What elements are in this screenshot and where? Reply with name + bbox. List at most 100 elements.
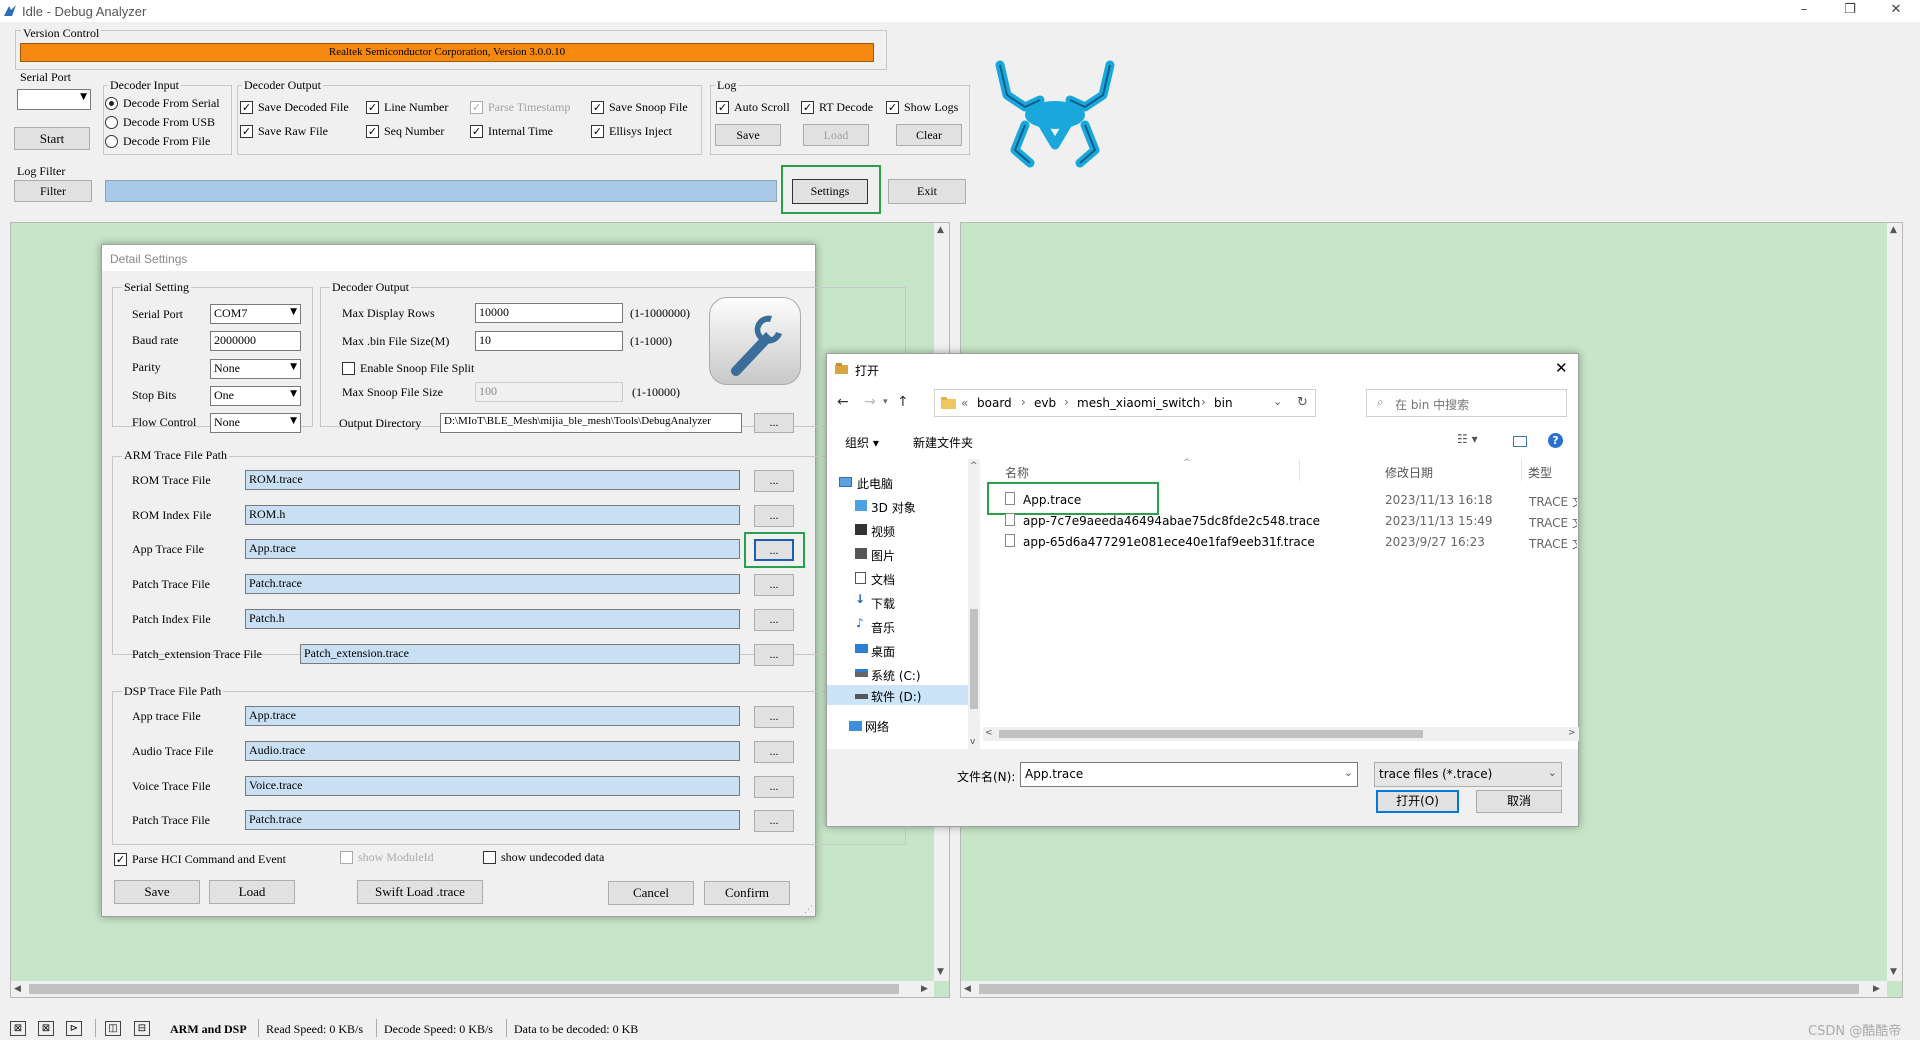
radio-decode-usb[interactable] bbox=[105, 116, 118, 129]
log-load-button[interactable]: Load bbox=[803, 124, 869, 146]
nav-documents[interactable]: 文档 bbox=[871, 571, 895, 588]
serial-port-combo[interactable]: COM7 ▼ bbox=[210, 304, 301, 324]
view-options-icon[interactable]: ☷ ▾ bbox=[1457, 432, 1478, 446]
nav-pictures[interactable]: 图片 bbox=[871, 547, 895, 564]
maximize-button[interactable]: ❐ bbox=[1830, 2, 1870, 20]
max-rows-input[interactable]: 10000 bbox=[475, 303, 623, 323]
file-row-name[interactable]: app-7c7e9aeeda46494abae75dc8fde2c548.tra… bbox=[1023, 514, 1320, 528]
file-list-hscroll-thumb[interactable] bbox=[999, 730, 1423, 738]
skip-icon[interactable]: ⊳ bbox=[66, 1021, 82, 1036]
nav-videos[interactable]: 视频 bbox=[871, 523, 895, 540]
exit-button[interactable]: Exit bbox=[888, 179, 966, 204]
nav-scroll-thumb[interactable] bbox=[970, 609, 978, 709]
forward-arrow-icon[interactable]: → bbox=[864, 394, 876, 410]
scroll-down-icon[interactable]: ▼ bbox=[937, 967, 944, 977]
rom-index-browse-button[interactable]: ... bbox=[754, 505, 794, 527]
rom-index-input[interactable]: ROM.h bbox=[245, 505, 740, 525]
baud-rate-input[interactable]: 2000000 bbox=[210, 331, 301, 351]
stop-icon[interactable]: ⊠ bbox=[10, 1021, 26, 1036]
open-button[interactable]: 打开(O) bbox=[1376, 790, 1459, 813]
radio-decode-serial[interactable] bbox=[105, 97, 118, 110]
dsp-app-trace-input[interactable]: App.trace bbox=[245, 706, 740, 726]
nav-desktop[interactable]: 桌面 bbox=[871, 643, 895, 660]
save-raw-checkbox[interactable]: ✓ bbox=[240, 125, 253, 138]
open-dialog-close-icon[interactable]: ✕ bbox=[1555, 359, 1568, 377]
patch-ext-input[interactable]: Patch_extension.trace bbox=[300, 644, 740, 664]
auto-scroll-checkbox[interactable]: ✓ bbox=[716, 101, 729, 114]
file-row-name[interactable]: app-65d6a477291e081ece40e1faf9eeb31f.tra… bbox=[1023, 535, 1315, 549]
nav-network[interactable]: 网络 bbox=[865, 718, 889, 735]
preview-pane-icon[interactable] bbox=[1513, 436, 1527, 447]
file-type-filter[interactable]: trace files (*.trace) ⌄ bbox=[1374, 762, 1562, 787]
patch-trace-input[interactable]: Patch.trace bbox=[245, 574, 740, 594]
save-decoded-checkbox[interactable]: ✓ bbox=[240, 101, 253, 114]
flow-control-combo[interactable]: None ▼ bbox=[210, 413, 301, 433]
app-trace-input[interactable]: App.trace bbox=[245, 539, 740, 559]
recent-chevron-icon[interactable]: ▾ bbox=[883, 397, 888, 407]
address-dropdown-icon[interactable]: ⌄ bbox=[1273, 395, 1282, 408]
scroll-down-icon[interactable]: v bbox=[970, 737, 975, 747]
internal-time-checkbox[interactable]: ✓ bbox=[470, 125, 483, 138]
scroll-left-icon[interactable]: < bbox=[985, 728, 993, 738]
voice-browse-button[interactable]: ... bbox=[754, 776, 794, 798]
dsp-app-browse-button[interactable]: ... bbox=[754, 706, 794, 728]
scroll-left-icon[interactable]: ◀ bbox=[964, 984, 971, 994]
right-pane-hscroll[interactable]: ◀ ▶ bbox=[961, 981, 1887, 997]
nav-3d-objects[interactable]: 3D 对象 bbox=[871, 499, 916, 516]
output-directory-input[interactable]: D:\MIoT\BLE_Mesh\mijia_ble_mesh\Tools\De… bbox=[440, 413, 742, 433]
radio-decode-file[interactable] bbox=[105, 135, 118, 148]
nav-this-pc[interactable]: 此电脑 bbox=[857, 475, 893, 492]
log-save-button[interactable]: Save bbox=[715, 124, 781, 146]
detail-confirm-button[interactable]: Confirm bbox=[704, 881, 790, 905]
nav-vscroll[interactable]: ^ v bbox=[968, 459, 980, 749]
up-arrow-icon[interactable]: ↑ bbox=[897, 394, 909, 410]
stop-bits-combo[interactable]: One ▼ bbox=[210, 386, 301, 406]
column-type[interactable]: 类型 bbox=[1528, 464, 1552, 481]
minimize-button[interactable]: – bbox=[1784, 2, 1824, 20]
nav-music[interactable]: 音乐 bbox=[871, 619, 895, 636]
rom-trace-browse-button[interactable]: ... bbox=[754, 470, 794, 492]
organize-menu[interactable]: 组织 ▾ bbox=[845, 434, 879, 451]
refresh-icon[interactable]: ↻ bbox=[1297, 395, 1308, 410]
show-logs-checkbox[interactable]: ✓ bbox=[886, 101, 899, 114]
dsp-patch-trace-input[interactable]: Patch.trace bbox=[245, 810, 740, 830]
max-bin-input[interactable]: 10 bbox=[475, 331, 623, 351]
line-number-checkbox[interactable]: ✓ bbox=[366, 101, 379, 114]
scroll-right-icon[interactable]: ▶ bbox=[1873, 984, 1880, 994]
scroll-up-icon[interactable]: ^ bbox=[970, 461, 978, 471]
help-icon[interactable]: ? bbox=[1548, 433, 1563, 448]
file-list-hscroll[interactable]: < > bbox=[983, 727, 1579, 741]
right-pane-vscroll[interactable]: ▲ ▼ bbox=[1887, 223, 1902, 981]
audio-browse-button[interactable]: ... bbox=[754, 741, 794, 763]
patch-trace-browse-button[interactable]: ... bbox=[754, 574, 794, 596]
file-row-name[interactable]: App.trace bbox=[1023, 493, 1081, 507]
split-vertical-icon[interactable]: ◫ bbox=[105, 1021, 121, 1036]
parity-combo[interactable]: None ▼ bbox=[210, 359, 301, 379]
right-hscroll-thumb[interactable] bbox=[979, 984, 1859, 994]
search-box[interactable]: ⌕ 在 bin 中搜索 bbox=[1366, 389, 1567, 417]
log-clear-button[interactable]: Clear bbox=[896, 124, 962, 146]
rt-decode-checkbox[interactable]: ✓ bbox=[801, 101, 814, 114]
audio-trace-input[interactable]: Audio.trace bbox=[245, 741, 740, 761]
back-arrow-icon[interactable]: ← bbox=[837, 394, 849, 410]
left-pane-hscroll[interactable]: ◀ ▶ bbox=[11, 981, 934, 997]
breadcrumb-mesh[interactable]: mesh_xiaomi_switch bbox=[1077, 396, 1200, 410]
patch-index-input[interactable]: Patch.h bbox=[245, 609, 740, 629]
left-hscroll-thumb[interactable] bbox=[29, 984, 899, 994]
step-icon[interactable]: ⊠ bbox=[38, 1021, 54, 1036]
nav-downloads[interactable]: 下载 bbox=[871, 595, 895, 612]
serial-port-select[interactable]: ▼ bbox=[17, 89, 91, 110]
resize-grip-icon[interactable]: ⋰ bbox=[804, 905, 813, 915]
split-horizontal-icon[interactable]: ⊟ bbox=[134, 1021, 150, 1036]
patch-index-browse-button[interactable]: ... bbox=[754, 609, 794, 631]
scroll-right-icon[interactable]: > bbox=[1568, 728, 1576, 738]
filename-input[interactable]: App.trace ⌄ bbox=[1020, 762, 1358, 787]
snoop-split-checkbox[interactable] bbox=[342, 362, 355, 375]
breadcrumb-overflow[interactable]: « bbox=[961, 396, 968, 410]
start-button[interactable]: Start bbox=[14, 127, 90, 150]
filter-button[interactable]: Filter bbox=[14, 180, 92, 202]
settings-button[interactable]: Settings bbox=[792, 179, 868, 204]
scroll-left-icon[interactable]: ◀ bbox=[14, 984, 21, 994]
seq-number-checkbox[interactable]: ✓ bbox=[366, 125, 379, 138]
open-cancel-button[interactable]: 取消 bbox=[1476, 790, 1562, 813]
